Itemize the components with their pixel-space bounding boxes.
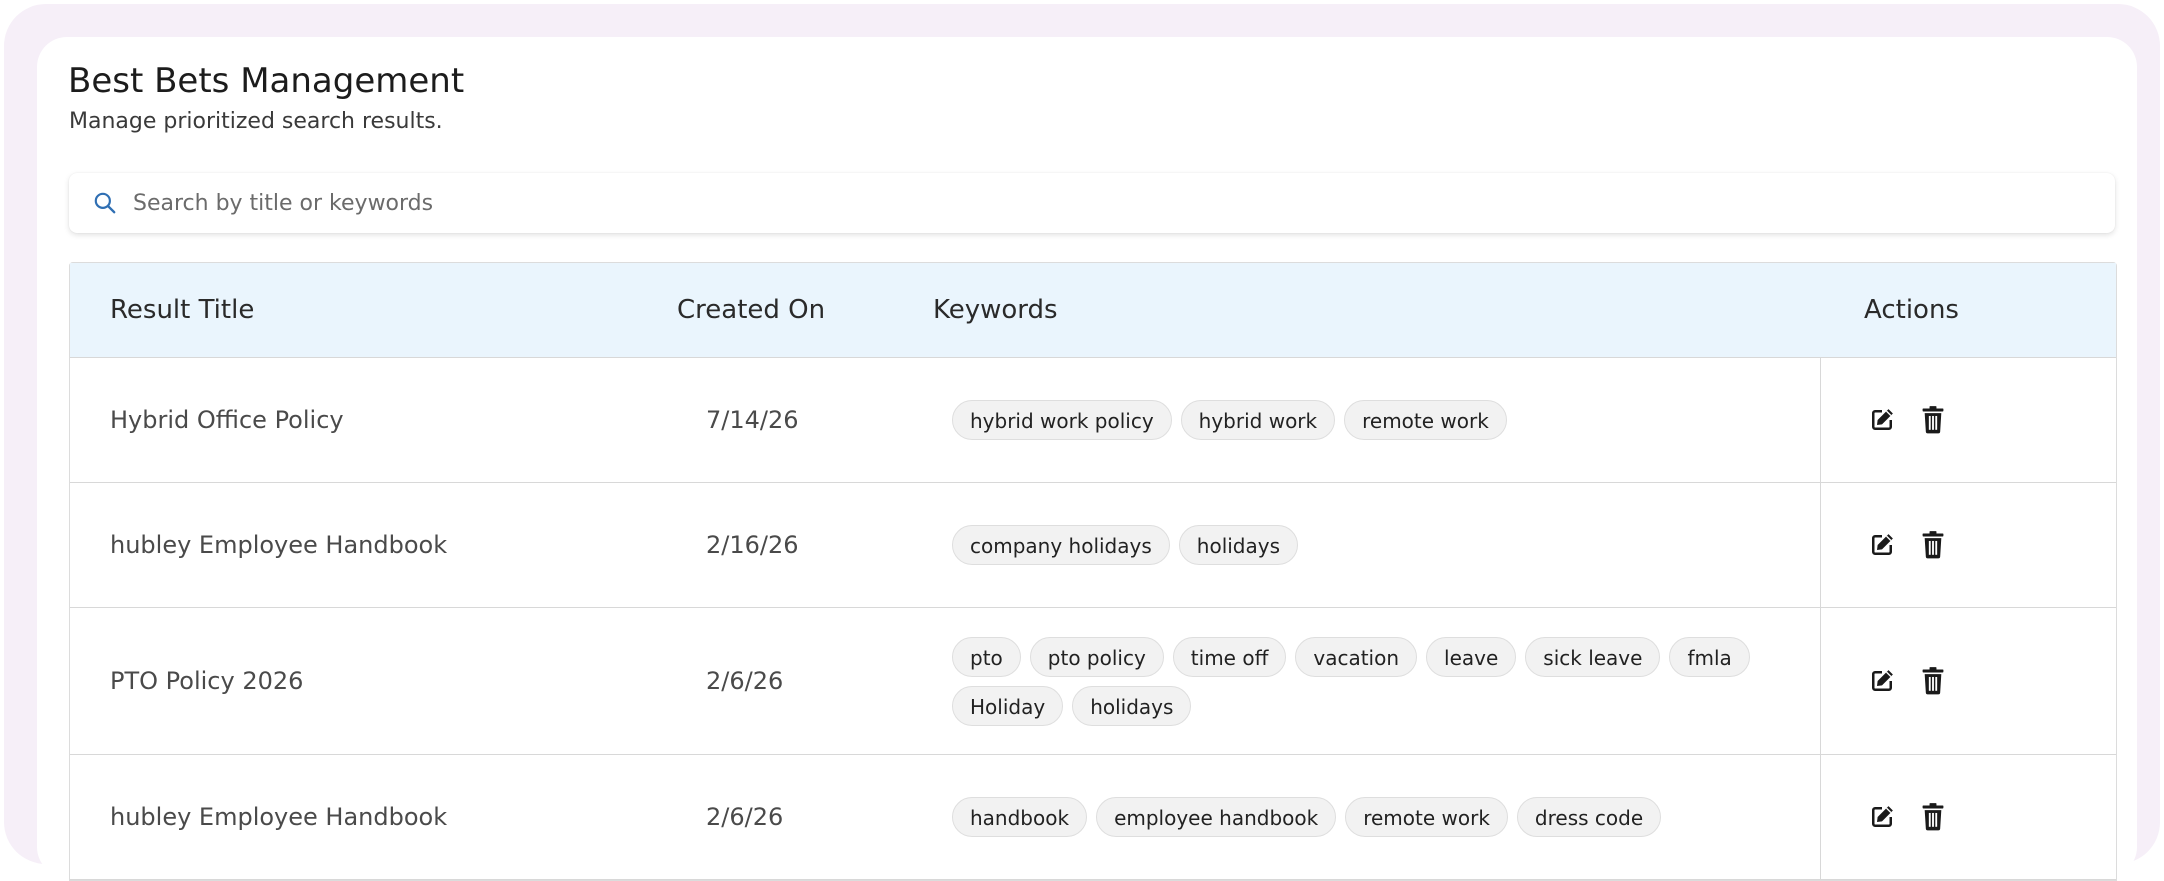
search-icon [91,189,119,217]
row-created-date: 2/16/26 [706,531,799,559]
delete-button[interactable] [1916,800,1950,834]
row-keywords: hybrid work policy hybrid work remote work [952,358,1782,482]
edit-button[interactable] [1865,664,1899,698]
keyword-chip: fmla [1669,636,1750,677]
row-keywords: pto pto policy time off vacation leave sick l… [952,608,1782,754]
keyword-chip: company holidays [952,525,1170,565]
delete-button[interactable] [1916,664,1950,698]
keyword-chip: leave [1426,636,1517,677]
page-title: Best Bets Management [68,61,465,101]
column-header-actions: Actions [1864,295,1959,325]
keyword-chip: time off [1172,636,1287,677]
row-keywords: handbook employee handbook remote work dres… [952,755,1782,879]
row-actions [1820,608,2117,754]
edit-button[interactable] [1865,800,1899,834]
table-row[interactable]: hubley Employee Handbook 2/16/26 company… [70,483,2116,608]
table-row[interactable]: PTO Policy 2026 2/6/26 pto pto policy time… [70,608,2116,755]
best-bets-table: Result Title Created On Keywords Actions… [69,262,2117,881]
row-created-date: 7/14/26 [706,406,799,434]
keyword-chip: handbook [952,797,1088,837]
keyword-chip: remote work [1345,797,1508,837]
column-header-keywords: Keywords [933,295,1058,325]
trash-icon [1922,531,1944,559]
trash-icon [1922,667,1944,695]
row-title[interactable]: hubley Employee Handbook [110,483,447,607]
edit-button[interactable] [1865,528,1899,562]
keyword-chip: hybrid work [1180,400,1336,440]
edit-button[interactable] [1865,403,1899,437]
row-actions [1820,755,2117,879]
keyword-chip: holidays [1178,525,1299,565]
search-bar[interactable] [69,173,2115,233]
page-subtitle: Manage prioritized search results. [69,109,443,134]
keyword-chip: hybrid work policy [952,400,1172,440]
row-created-date: 2/6/26 [706,667,784,695]
row-title[interactable]: hubley Employee Handbook [110,755,447,879]
keyword-chip: pto [952,636,1021,677]
table-row[interactable]: hubley Employee Handbook 2/6/26 handbook… [70,755,2116,880]
row-keywords: company holidays holidays [952,483,1782,607]
row-actions [1820,483,2117,607]
keyword-chip: sick leave [1525,636,1661,677]
trash-icon [1922,406,1944,434]
table-header: Result Title Created On Keywords Actions [70,263,2116,358]
page-frame: Best Bets Management Manage prioritized … [4,4,2160,881]
edit-icon [1872,670,1893,691]
main-card: Best Bets Management Manage prioritized … [37,37,2137,881]
keyword-chip: holidays [1072,685,1192,726]
search-input[interactable] [133,183,2033,223]
column-header-created[interactable]: Created On [677,263,825,357]
delete-button[interactable] [1916,528,1950,562]
edit-icon [1872,534,1893,555]
row-actions [1820,358,2117,482]
keyword-chip: pto policy [1029,636,1164,677]
keyword-chip: vacation [1295,636,1418,677]
keyword-chip: Holiday [952,685,1064,726]
keyword-chip: dress code [1516,797,1662,837]
column-header-title[interactable]: Result Title [110,263,254,357]
row-title[interactable]: PTO Policy 2026 [110,608,303,754]
delete-button[interactable] [1916,403,1950,437]
row-title[interactable]: Hybrid Office Policy [110,358,344,482]
keyword-chip: remote work [1344,400,1507,440]
row-created-date: 2/6/26 [706,803,784,831]
edit-icon [1872,409,1893,430]
keyword-chip: employee handbook [1096,797,1337,837]
table-body: Hybrid Office Policy 7/14/26 hybrid work… [70,358,2116,880]
table-row[interactable]: Hybrid Office Policy 7/14/26 hybrid work… [70,358,2116,483]
